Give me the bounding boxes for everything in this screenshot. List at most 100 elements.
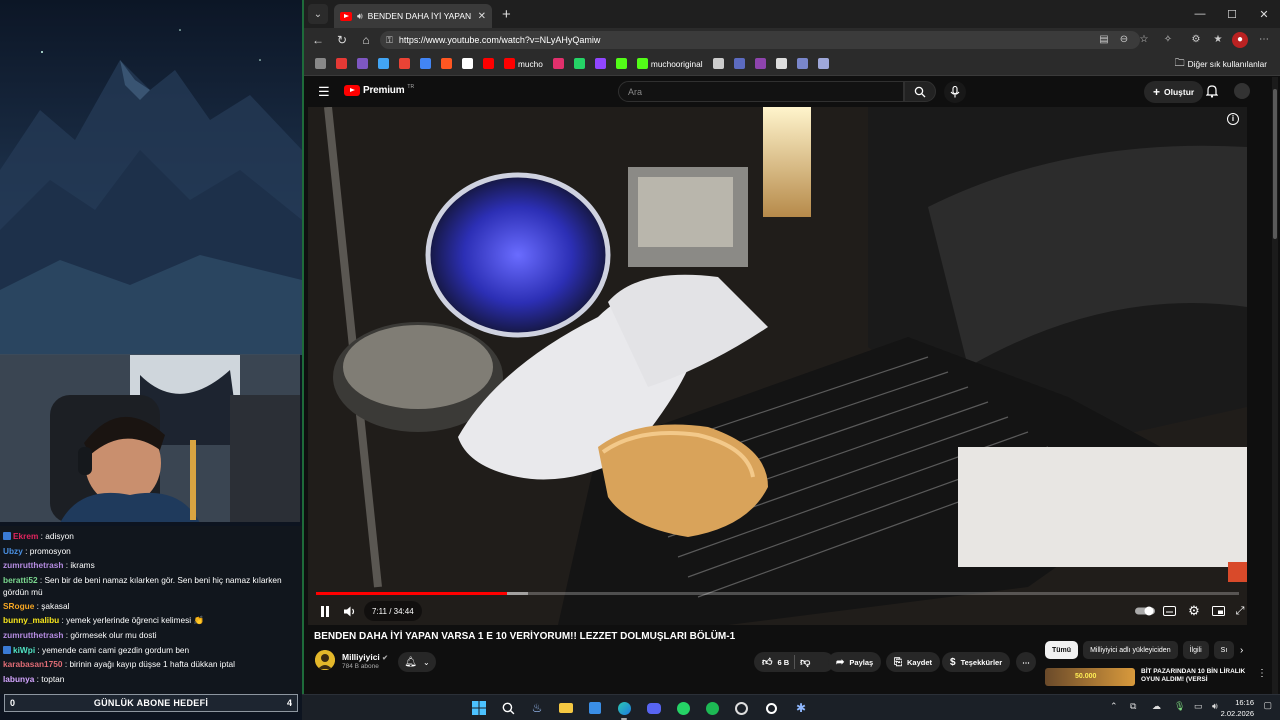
clock[interactable]: 16:16 2.02.2026 — [1221, 697, 1254, 719]
search-button[interactable] — [904, 81, 936, 102]
dollar-heart-icon: $ — [950, 656, 956, 668]
edge-icon[interactable] — [615, 699, 633, 720]
search-input[interactable] — [619, 82, 903, 102]
subscription-bell-button[interactable]: 🔔︎ ⌄ — [398, 652, 436, 672]
favorites-icon[interactable]: ★ — [1210, 32, 1226, 48]
bookmark-item[interactable] — [611, 54, 632, 74]
app-settings-icon[interactable]: ✱ — [792, 699, 810, 717]
bookmark-item[interactable] — [771, 54, 792, 74]
tab-list-button[interactable]: ⌄ — [308, 4, 328, 24]
like-count[interactable]: 6 B — [777, 658, 789, 667]
app-circle-icon[interactable] — [762, 699, 780, 717]
bookmark-item[interactable] — [436, 54, 457, 74]
filter-chip[interactable]: Sı — [1213, 641, 1235, 659]
more-vert-icon[interactable]: ⋮ — [1257, 668, 1267, 692]
filter-chip[interactable]: Tümü — [1045, 641, 1079, 659]
profile-icon[interactable]: ● — [1232, 32, 1248, 48]
bookmark-item[interactable] — [590, 54, 611, 74]
subtitles-icon[interactable] — [1161, 601, 1177, 621]
spotify-icon[interactable] — [703, 699, 721, 717]
filter-chip[interactable]: Milliyiyici adlı yükleyiciden — [1083, 641, 1178, 659]
create-button[interactable]: + Oluştur — [1144, 81, 1204, 103]
bookmark-item[interactable] — [310, 54, 331, 74]
recommended-video[interactable]: 50.000 BİT PAZARINDAN 10 BİN LİRALIK OYU… — [1045, 668, 1275, 692]
tray-network-icon[interactable]: ▭ — [1194, 701, 1203, 712]
autoplay-toggle[interactable] — [1134, 601, 1156, 621]
bookmark-item[interactable] — [729, 54, 750, 74]
extensions-icon[interactable]: ✧ — [1160, 32, 1176, 48]
bookmark-item[interactable] — [548, 54, 569, 74]
info-icon[interactable]: i — [1227, 113, 1239, 125]
whatsapp-icon[interactable] — [674, 699, 692, 717]
notification-center-icon[interactable]: ▢ — [1263, 700, 1272, 711]
tray-volume-icon[interactable]: 🔊︎ — [1212, 701, 1218, 712]
voice-search-button[interactable] — [944, 81, 966, 103]
hamburger-menu-icon[interactable]: ☰ — [318, 84, 330, 100]
miniplayer-icon[interactable] — [1210, 601, 1226, 621]
bookmark-item[interactable] — [457, 54, 478, 74]
settings-gear-icon[interactable]: ⚙ — [1186, 601, 1202, 621]
channel-name[interactable]: Milliyiyici ✔ — [342, 652, 388, 662]
thanks-button[interactable]: $ Teşekkürler — [942, 652, 1011, 672]
new-tab-icon[interactable]: + — [502, 6, 511, 23]
share-button[interactable]: ➦ Paylaş — [828, 652, 882, 672]
video-player[interactable]: i 7:11 / 34:44 ⚙ ⤢ — [308, 107, 1247, 625]
bookmark-item[interactable]: mucho — [499, 54, 548, 74]
filter-chip[interactable]: İlgili — [1182, 641, 1209, 659]
other-favorites-folder[interactable]: 🗀︎ Diğer sık kullanılanlar — [1170, 54, 1272, 74]
tray-cloud-icon[interactable]: ☁ — [1152, 701, 1161, 712]
more-actions-button[interactable]: ⋯ — [1016, 652, 1036, 672]
bookmark-item[interactable] — [750, 54, 771, 74]
bookmark-item[interactable] — [331, 54, 352, 74]
youtube-logo[interactable]: Premium TR — [344, 84, 414, 96]
bookmark-item[interactable]: muchooriginal — [632, 54, 708, 74]
zoom-icon[interactable]: ⊖ — [1116, 32, 1132, 48]
channel-avatar[interactable] — [315, 650, 335, 670]
file-explorer-icon[interactable] — [557, 699, 575, 717]
thumbs-down-icon[interactable]: 👎︎ — [800, 656, 810, 668]
chevron-right-icon[interactable]: › — [1240, 645, 1243, 656]
bookmark-item[interactable] — [813, 54, 834, 74]
volume-icon[interactable] — [342, 601, 358, 621]
user-avatar[interactable] — [1234, 83, 1250, 99]
fullscreen-icon[interactable]: ⤢ — [1234, 601, 1246, 621]
bookmark-item[interactable] — [415, 54, 436, 74]
bookmark-item[interactable] — [792, 54, 813, 74]
scrollbar-thumb[interactable] — [1273, 89, 1277, 239]
bookmark-item[interactable] — [352, 54, 373, 74]
more-menu-icon[interactable]: ⋯ — [1256, 32, 1272, 48]
tray-mic-icon[interactable]: 🎙︎ — [1174, 701, 1185, 712]
bookmark-item[interactable] — [373, 54, 394, 74]
progress-bar[interactable] — [316, 592, 1239, 595]
site-info-icon[interactable]: ⚿ — [386, 35, 393, 46]
minimize-icon[interactable]: — — [1184, 0, 1216, 28]
bookmark-item[interactable] — [569, 54, 590, 74]
obs-icon[interactable] — [732, 699, 750, 717]
save-button[interactable]: ⎘ Kaydet — [886, 652, 941, 672]
notifications-bell-icon[interactable] — [1206, 84, 1218, 98]
tray-chevron-icon[interactable]: ⌃ — [1110, 701, 1118, 712]
maximize-icon[interactable]: ☐ — [1216, 0, 1248, 28]
close-tab-icon[interactable]: ✕ — [478, 11, 486, 22]
split-screen-icon[interactable]: ⚙ — [1188, 32, 1204, 48]
tray-app-icon[interactable]: ⧉ — [1130, 701, 1136, 712]
bookmark-item[interactable] — [394, 54, 415, 74]
home-icon[interactable]: ⌂ — [354, 33, 378, 47]
url-field[interactable]: ⚿ https://www.youtube.com/watch?v=NLyAHy… — [380, 31, 1140, 49]
store-icon[interactable] — [586, 699, 604, 717]
search-taskbar-icon[interactable] — [499, 699, 517, 717]
back-icon[interactable]: ← — [306, 33, 330, 47]
favorite-star-icon[interactable]: ☆ — [1136, 32, 1152, 48]
discord-icon[interactable] — [645, 699, 663, 717]
page-scrollbar[interactable] — [1272, 77, 1278, 694]
bookmark-item[interactable] — [708, 54, 729, 74]
reload-icon[interactable]: ↻ — [330, 33, 354, 47]
close-window-icon[interactable]: ✕ — [1248, 0, 1280, 28]
start-icon[interactable] — [470, 699, 488, 717]
reader-icon[interactable]: ▤ — [1096, 32, 1112, 48]
bookmark-item[interactable] — [478, 54, 499, 74]
steam-icon[interactable]: ♨ — [528, 699, 546, 717]
thumbs-up-icon[interactable]: 👍︎ — [762, 656, 772, 668]
pause-icon[interactable] — [318, 601, 332, 621]
browser-tab[interactable]: 🔊︎ BENDEN DAHA İYİ YAPAN VA ✕ — [334, 4, 492, 28]
